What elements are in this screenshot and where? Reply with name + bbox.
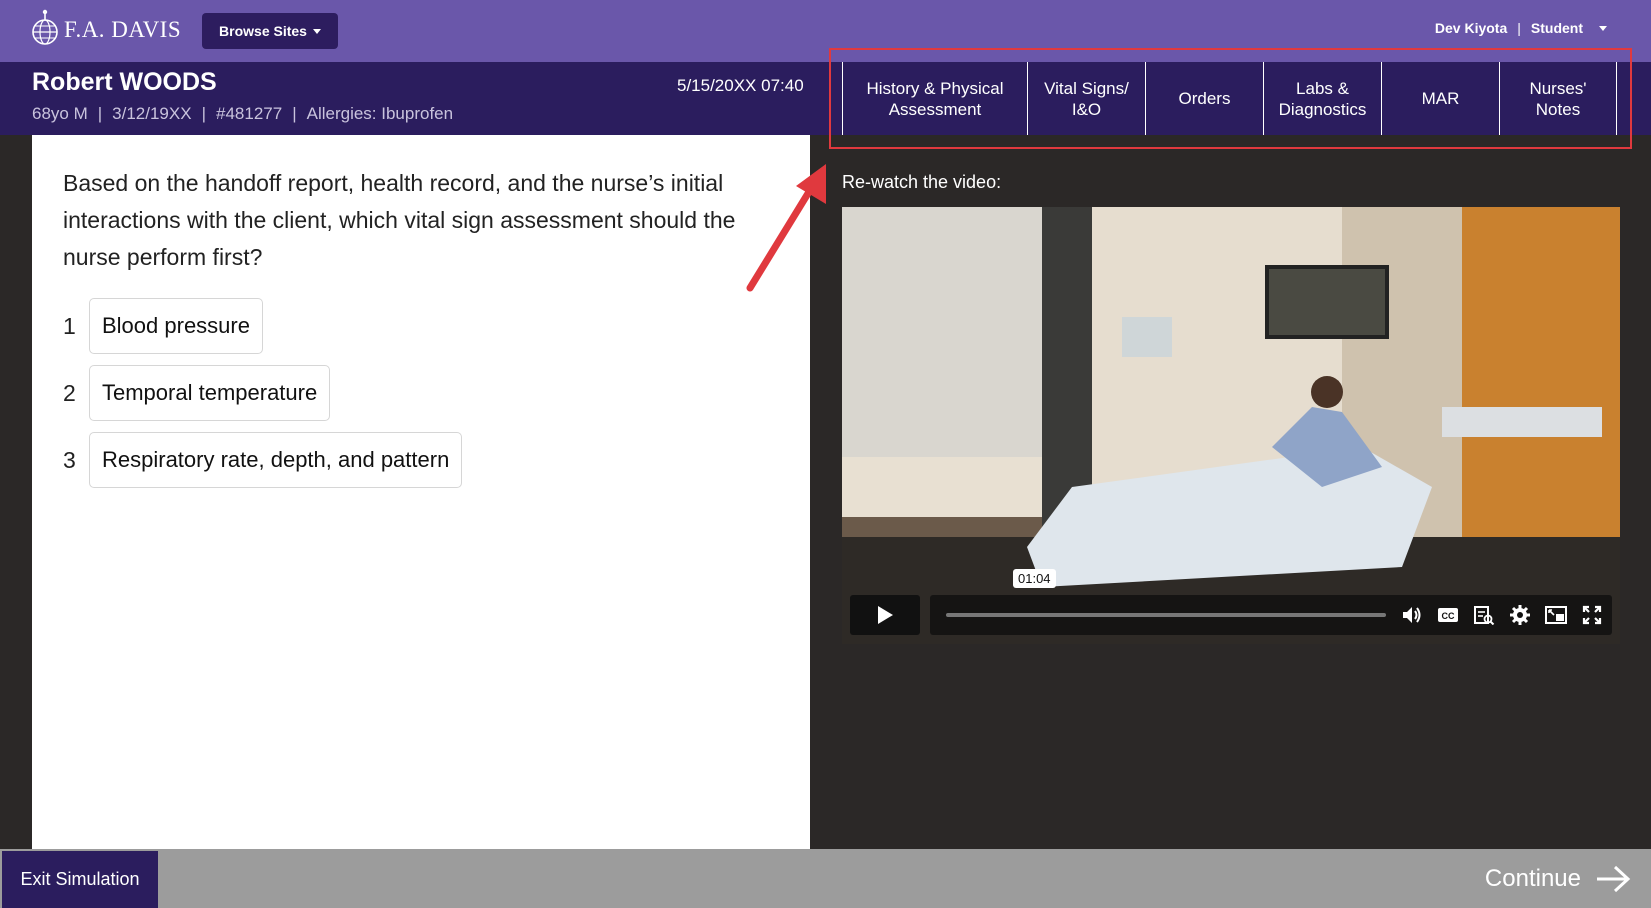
picture-in-picture-icon[interactable] (1544, 603, 1568, 627)
closed-captions-icon[interactable]: CC (1436, 603, 1460, 627)
volume-icon[interactable] (1400, 603, 1424, 627)
patient-dob: 3/12/19XX (112, 104, 192, 123)
tab-history-physical[interactable]: History & Physical Assessment (842, 62, 1027, 135)
question-panel: Based on the handoff report, health reco… (32, 135, 810, 849)
info-separator: | (97, 104, 103, 123)
info-separator: | (292, 104, 297, 123)
user-separator: | (1517, 20, 1521, 36)
transcript-icon[interactable] (1472, 603, 1496, 627)
option-number: 1 (63, 312, 76, 339)
top-navigation-bar: F.A. DAVIS Browse Sites Dev Kiyota | Stu… (0, 0, 1651, 62)
user-role: Student (1530, 20, 1583, 36)
video-control-bar: 01:04 CC (930, 569, 1612, 635)
option-number: 2 (63, 379, 76, 406)
arrow-right-icon (1597, 865, 1631, 892)
continue-label: Continue (1484, 864, 1581, 892)
patient-allergies: Allergies: Ibuprofen (306, 104, 454, 123)
answer-option: 2 Temporal temperature (63, 365, 331, 421)
video-frame-image (842, 207, 1620, 644)
tab-labs-diagnostics[interactable]: Labs & Diagnostics (1263, 62, 1381, 135)
sim-datetime: 5/15/20XX 07:40 (677, 76, 804, 95)
tab-label: Orders (1178, 89, 1231, 108)
user-name: Dev Kiyota (1434, 20, 1508, 36)
rewatch-label: Re-watch the video: (842, 172, 1002, 192)
tab-label: MAR (1421, 89, 1460, 108)
continue-button[interactable]: Continue (1485, 849, 1631, 908)
option-temporal-temperature[interactable]: Temporal temperature (89, 365, 331, 421)
fullscreen-icon[interactable] (1580, 603, 1604, 627)
option-respiratory-rate[interactable]: Respiratory rate, depth, and pattern (89, 432, 463, 488)
browse-sites-button[interactable]: Browse Sites (202, 13, 338, 49)
tab-label: Assessment (888, 99, 982, 119)
patient-mrn: #481277 (216, 104, 283, 123)
answer-option: 3 Respiratory rate, depth, and pattern (63, 432, 463, 488)
time-tooltip: 01:04 (1013, 569, 1056, 588)
play-icon (878, 606, 893, 624)
video-player[interactable]: 01:04 CC (842, 207, 1620, 644)
footer-bar: Exit Simulation Continue (0, 849, 1651, 908)
tab-vital-signs[interactable]: Vital Signs/I&O (1027, 62, 1145, 135)
globe-logo-icon (32, 9, 58, 45)
chart-tabs: History & Physical Assessment Vital Signs… (842, 62, 1617, 135)
info-separator: | (201, 104, 206, 123)
tab-mar[interactable]: MAR (1381, 62, 1499, 135)
tab-label: Labs & (1296, 78, 1349, 98)
video-controls: 01:04 CC (850, 569, 1612, 636)
svg-text:CC: CC (1442, 611, 1455, 621)
logo-text: F.A. DAVIS (64, 17, 182, 42)
tab-label: Notes (1535, 99, 1581, 119)
chevron-down-icon (312, 28, 321, 34)
tab-nurses-notes[interactable]: Nurses' Notes (1499, 62, 1617, 135)
tab-orders[interactable]: Orders (1145, 62, 1263, 135)
user-menu[interactable]: Dev Kiyota | Student (1435, 20, 1607, 36)
video-panel: Re-watch the video: 01:04 CC (810, 135, 1651, 849)
chevron-down-icon (1599, 25, 1607, 31)
control-icons: CC (1400, 595, 1604, 635)
option-number: 3 (63, 446, 76, 473)
browse-sites-label: Browse Sites (219, 23, 307, 39)
patient-info: 68yo M | 3/12/19XX | #481277 | Allergies… (32, 104, 453, 124)
tab-label: Diagnostics (1278, 99, 1367, 119)
answer-option: 1 Blood pressure (63, 298, 263, 354)
tab-label: History & Physical (866, 78, 1004, 98)
tab-label: Nurses' (1529, 78, 1587, 98)
patient-age-sex: 68yo M (32, 104, 88, 123)
fa-davis-logo[interactable]: F.A. DAVIS (30, 6, 181, 54)
tab-label: Vital Signs/ (1044, 78, 1129, 98)
progress-bar[interactable] (946, 613, 1386, 617)
tab-label: I&O (1071, 99, 1102, 119)
question-text: Based on the handoff report, health reco… (63, 170, 736, 270)
play-button[interactable] (850, 595, 920, 635)
option-blood-pressure[interactable]: Blood pressure (89, 298, 263, 354)
settings-icon[interactable] (1508, 603, 1532, 627)
exit-simulation-button[interactable]: Exit Simulation (2, 851, 158, 908)
patient-name: Robert WOODS (32, 68, 217, 96)
